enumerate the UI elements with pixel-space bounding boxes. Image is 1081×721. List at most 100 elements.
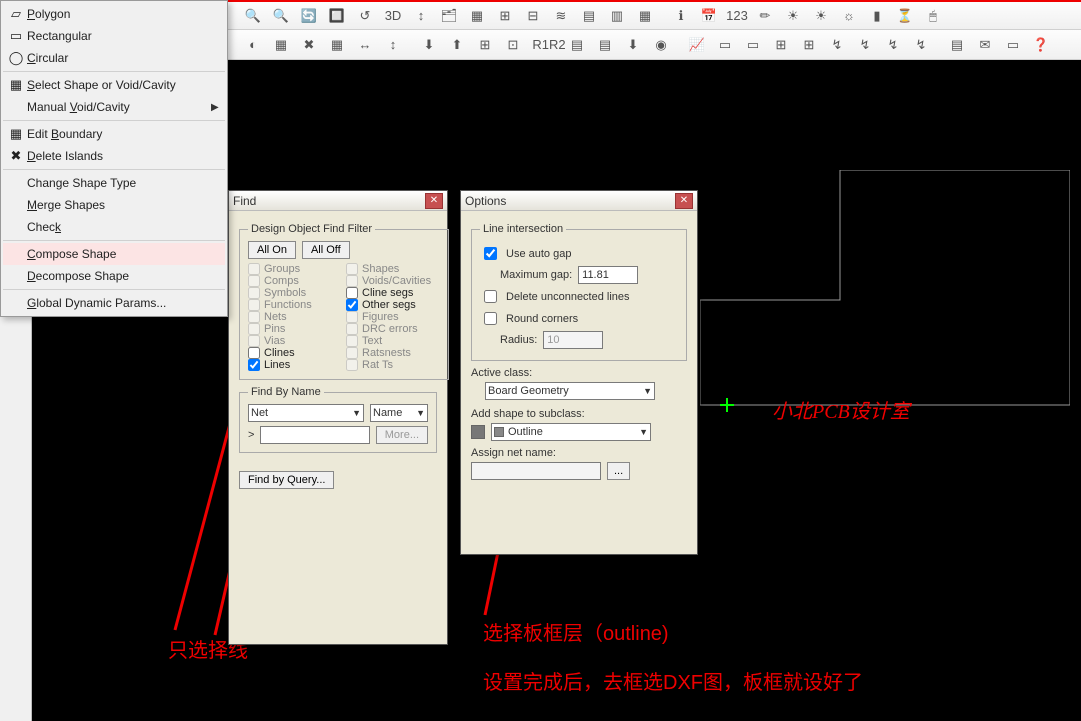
toolbar-button[interactable]: ▮ [864, 3, 890, 29]
filter-lines[interactable]: Lines [248, 359, 328, 371]
filter-clines[interactable]: Clines [248, 347, 328, 359]
toolbar-button[interactable]: ℹ [668, 3, 694, 29]
toolbar-button[interactable]: ▦ [632, 3, 658, 29]
find-name-input[interactable] [260, 426, 369, 444]
menu-item-rectangular[interactable]: ▭Rectangular [3, 25, 225, 47]
toolbar-button[interactable]: ▭ [740, 32, 766, 58]
toolbar-button[interactable]: ↯ [824, 32, 850, 58]
toolbar-button[interactable]: ⊟ [520, 3, 546, 29]
toolbar-button[interactable]: ▭ [712, 32, 738, 58]
toolbar-button[interactable]: ↯ [852, 32, 878, 58]
round-corners-checkbox[interactable] [484, 312, 497, 325]
menu-item-compose-shape[interactable]: Compose Shape [3, 243, 225, 265]
options-dialog-title[interactable]: Options ✕ [461, 191, 697, 211]
toolbar-button[interactable]: 🔄 [296, 3, 322, 29]
toolbar-button[interactable]: ≋ [548, 3, 574, 29]
filter-label: Other segs [362, 299, 416, 311]
filter-checkbox [346, 263, 358, 275]
name-type-combo[interactable]: Net▼ [248, 404, 364, 422]
toolbar-button[interactable]: 🗂 [436, 3, 462, 29]
close-icon[interactable]: ✕ [675, 193, 693, 209]
toolbar-button[interactable]: ⬇ [416, 32, 442, 58]
toolbar-button[interactable]: 123 [724, 3, 750, 29]
toolbar-button[interactable]: ↕ [408, 3, 434, 29]
close-icon[interactable]: ✕ [425, 193, 443, 209]
menu-item-change-shape-type[interactable]: Change Shape Type [3, 172, 225, 194]
subclass-color-swatch[interactable] [471, 425, 485, 439]
toolbar-button[interactable]: ✉ [972, 32, 998, 58]
menu-item-global-dynamic-params-[interactable]: Global Dynamic Params... [3, 292, 225, 314]
toolbar-button[interactable]: ◐ [240, 32, 266, 58]
menu-item-decompose-shape[interactable]: Decompose Shape [3, 265, 225, 287]
toolbar-button[interactable]: ⊞ [768, 32, 794, 58]
toolbar-button[interactable]: ▤ [564, 32, 590, 58]
chevron-right-icon: ▶ [211, 102, 225, 113]
active-class-combo[interactable]: Board Geometry▼ [485, 382, 655, 400]
menu-item-check[interactable]: Check [3, 216, 225, 238]
menu-item-edit-boundary[interactable]: ▦Edit Boundary [3, 123, 225, 145]
menu-item-select-shape-or-void-cavity[interactable]: ▦Select Shape or Void/Cavity [3, 74, 225, 96]
all-off-button[interactable]: All Off [302, 241, 350, 259]
toolbar-button[interactable]: ⏳ [892, 3, 918, 29]
menu-item-polygon[interactable]: ▱Polygon [3, 3, 225, 25]
toolbar-button[interactable]: ↯ [908, 32, 934, 58]
filter-checkbox[interactable] [248, 347, 260, 359]
find-dialog-title[interactable]: Find ✕ [229, 191, 447, 211]
toolbar-button[interactable]: ↯ [880, 32, 906, 58]
filter-other-segs[interactable]: Other segs [346, 299, 426, 311]
toolbar-button[interactable]: ▭ [1000, 32, 1026, 58]
toolbar-button[interactable]: ⊞ [492, 3, 518, 29]
menu-item-delete-islands[interactable]: ✖Delete Islands [3, 145, 225, 167]
filter-label: Cline segs [362, 287, 413, 299]
menu-label: Delete Islands [27, 149, 225, 163]
filter-checkbox[interactable] [346, 287, 358, 299]
toolbar-button[interactable]: ☀ [808, 3, 834, 29]
menu-item-merge-shapes[interactable]: Merge Shapes [3, 194, 225, 216]
toolbar-button[interactable]: 🔍 [268, 3, 294, 29]
filter-label: Figures [362, 311, 399, 323]
all-on-button[interactable]: All On [248, 241, 296, 259]
toolbar-button[interactable]: ◉ [648, 32, 674, 58]
find-by-query-button[interactable]: Find by Query... [239, 471, 334, 489]
toolbar-button[interactable]: ⊡ [500, 32, 526, 58]
toolbar-button[interactable]: ⊞ [796, 32, 822, 58]
name-mode-combo[interactable]: Name▼ [370, 404, 428, 422]
menu-item-manual-void-cavity[interactable]: Manual Void/Cavity▶ [3, 96, 225, 118]
delete-unconnected-checkbox[interactable] [484, 290, 497, 303]
toolbar-button[interactable]: ☼ [836, 3, 862, 29]
toolbar-button[interactable]: ▦ [268, 32, 294, 58]
toolbar-button[interactable]: 3D [380, 3, 406, 29]
toolbar-button[interactable]: ↺ [352, 3, 378, 29]
toolbar-button[interactable]: 🔲 [324, 3, 350, 29]
filter-cline-segs[interactable]: Cline segs [346, 287, 426, 299]
toolbar-button[interactable]: ✏ [752, 3, 778, 29]
use-auto-gap-checkbox[interactable] [484, 247, 497, 260]
toolbar-button[interactable]: ▦ [464, 3, 490, 29]
more-button: More... [376, 426, 428, 444]
toolbar-button[interactable]: ▤ [944, 32, 970, 58]
filter-checkbox[interactable] [346, 299, 358, 311]
toolbar-button[interactable]: 🖱 [920, 3, 946, 29]
browse-net-button[interactable]: ... [607, 462, 630, 480]
toolbar-button[interactable]: ▤ [592, 32, 618, 58]
toolbar-button[interactable]: ▦ [324, 32, 350, 58]
menu-item-circular[interactable]: ◯Circular [3, 47, 225, 69]
filter-checkbox[interactable] [248, 359, 260, 371]
toolbar-button[interactable]: ⬇ [620, 32, 646, 58]
toolbar-button[interactable]: ⊞ [472, 32, 498, 58]
toolbar-button[interactable]: ↔ [352, 32, 378, 58]
toolbar-button[interactable]: ↕ [380, 32, 406, 58]
toolbar-button[interactable]: ▥ [604, 3, 630, 29]
toolbar-button[interactable]: ☀ [780, 3, 806, 29]
subclass-combo[interactable]: Outline ▼ [491, 423, 651, 441]
toolbar-button[interactable]: ▤ [576, 3, 602, 29]
menu-icon [5, 218, 27, 236]
toolbar-button[interactable]: 🔍 [240, 3, 266, 29]
max-gap-input[interactable]: 11.81 [578, 266, 638, 284]
toolbar-button[interactable]: ⬆ [444, 32, 470, 58]
toolbar-button[interactable]: 📅 [696, 3, 722, 29]
toolbar-button[interactable]: ✖ [296, 32, 322, 58]
toolbar-button[interactable]: 📈 [684, 32, 710, 58]
toolbar-button[interactable]: ❓ [1028, 32, 1054, 58]
toolbar-button[interactable]: R1R2 [536, 32, 562, 58]
